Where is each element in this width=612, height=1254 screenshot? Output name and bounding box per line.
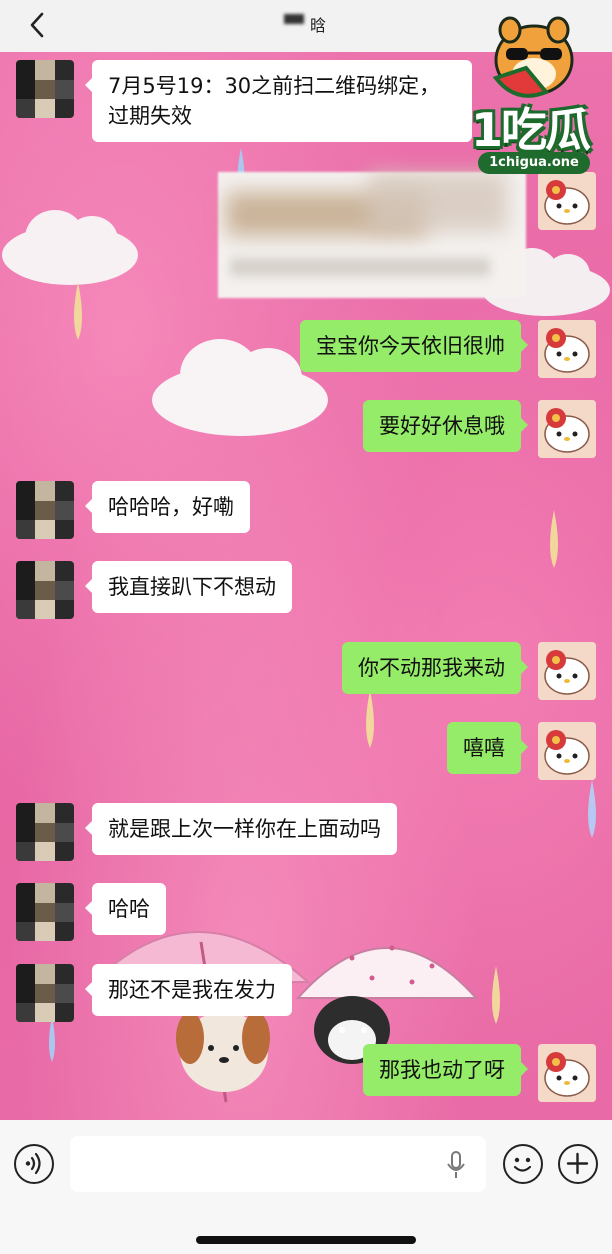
raindrop-decoration (366, 690, 374, 748)
input-bar (0, 1120, 612, 1254)
contact-avatar[interactable] (16, 481, 74, 539)
message-text: 哈哈哈，好嘞 (108, 495, 234, 519)
chevron-left-icon[interactable] (26, 10, 50, 40)
hello-kitty-avatar-icon (538, 642, 596, 700)
emoji-button[interactable] (503, 1144, 543, 1184)
contact-avatar[interactable] (16, 883, 74, 941)
hello-kitty-avatar-icon (538, 320, 596, 378)
hello-kitty-avatar-icon (538, 722, 596, 780)
message-bubble-sent[interactable]: 你不动那我来动 (342, 642, 528, 694)
raindrop-decoration (550, 510, 558, 568)
message-text: 哈哈 (108, 897, 150, 921)
message-text: 你不动那我来动 (358, 656, 505, 680)
message-bubble-received[interactable]: 哈哈哈，好嘞 (85, 481, 250, 533)
contact-avatar[interactable] (16, 964, 74, 1022)
plus-icon (566, 1152, 589, 1175)
message-bubble-received[interactable]: 那还不是我在发力 (85, 964, 292, 1016)
message-input[interactable] (70, 1136, 486, 1192)
message-bubble-sent[interactable]: 宝宝你今天依旧很帅 (300, 320, 528, 372)
message-text: 过期失效 (108, 104, 192, 128)
chat-title: 晗 (309, 16, 326, 34)
self-avatar[interactable] (538, 722, 596, 780)
raindrop-decoration (74, 282, 82, 340)
contact-avatar[interactable] (16, 60, 74, 118)
message-bubble-received[interactable]: 7月5号19：30之前扫二维码绑定， 过期失效 (85, 60, 472, 142)
message-text: 那还不是我在发力 (108, 978, 276, 1002)
message-bubble-sent[interactable]: 嘻嘻 (447, 722, 528, 774)
raindrop-decoration (49, 1016, 55, 1062)
message-text: 就是跟上次一样你在上面动吗 (108, 817, 381, 841)
self-avatar[interactable] (538, 320, 596, 378)
message-text: 嘻嘻 (463, 736, 505, 760)
message-text: 宝宝你今天依旧很帅 (316, 334, 505, 358)
message-bubble-received[interactable]: 我直接趴下不想动 (85, 561, 292, 613)
message-bubble-sent[interactable]: 那我也动了呀 (363, 1044, 528, 1096)
microphone-icon[interactable] (446, 1150, 466, 1180)
watermark-url: 1chigua.one (478, 152, 590, 174)
message-bubble-received[interactable]: 就是跟上次一样你在上面动吗 (85, 803, 397, 855)
hello-kitty-avatar-icon (538, 400, 596, 458)
voice-icon (25, 1152, 41, 1175)
raindrop-decoration (492, 966, 500, 1024)
hello-kitty-avatar-icon (538, 1044, 596, 1102)
contact-avatar[interactable] (16, 803, 74, 861)
message-text: 7月5号19：30之前扫二维码绑定， (108, 74, 441, 98)
raindrop-decoration (588, 780, 596, 838)
cloud-decoration (2, 210, 138, 285)
plus-button[interactable] (558, 1144, 598, 1184)
watermark-logo-text: 1吃瓜 (470, 103, 591, 157)
message-bubble-sent[interactable]: 要好好休息哦 (363, 400, 528, 452)
voice-button[interactable] (14, 1144, 54, 1184)
message-bubble-received[interactable]: 哈哈 (85, 883, 166, 935)
emoji-icon (513, 1157, 532, 1172)
contact-avatar[interactable] (16, 561, 74, 619)
blurred-image-message[interactable] (218, 172, 526, 298)
self-avatar[interactable] (538, 1044, 596, 1102)
message-text: 我直接趴下不想动 (108, 575, 276, 599)
home-indicator[interactable] (196, 1236, 416, 1244)
message-text: 那我也动了呀 (379, 1058, 505, 1082)
message-text: 要好好休息哦 (379, 414, 505, 438)
hamster-mascot-icon (492, 16, 574, 98)
self-avatar[interactable] (538, 400, 596, 458)
self-avatar[interactable] (538, 642, 596, 700)
watermark-logo: 1吃瓜 1chigua.one (456, 8, 604, 184)
